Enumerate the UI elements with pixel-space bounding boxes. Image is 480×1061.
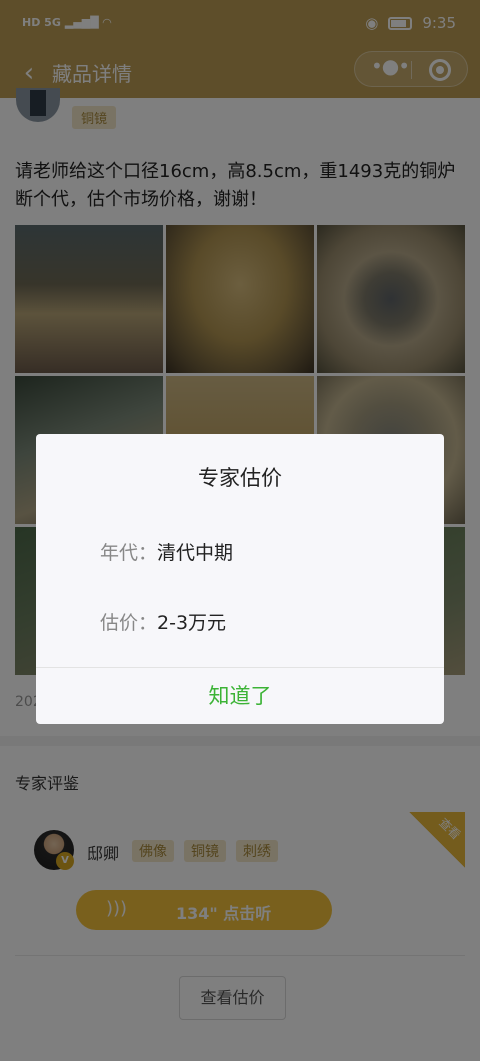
modal-title: 专家估价 <box>198 466 282 490</box>
confirm-button[interactable]: 知道了 <box>36 668 444 724</box>
era-row: 年代：清代中期 <box>100 538 233 565</box>
estimate-modal: 专家估价 年代：清代中期 估价：2-3万元 知道了 <box>36 434 444 724</box>
era-value: 清代中期 <box>157 542 234 564</box>
estimate-row: 估价：2-3万元 <box>100 608 226 635</box>
estimate-label: 估价： <box>100 612 158 634</box>
estimate-value: 2-3万元 <box>157 612 227 634</box>
era-label: 年代： <box>100 542 158 564</box>
